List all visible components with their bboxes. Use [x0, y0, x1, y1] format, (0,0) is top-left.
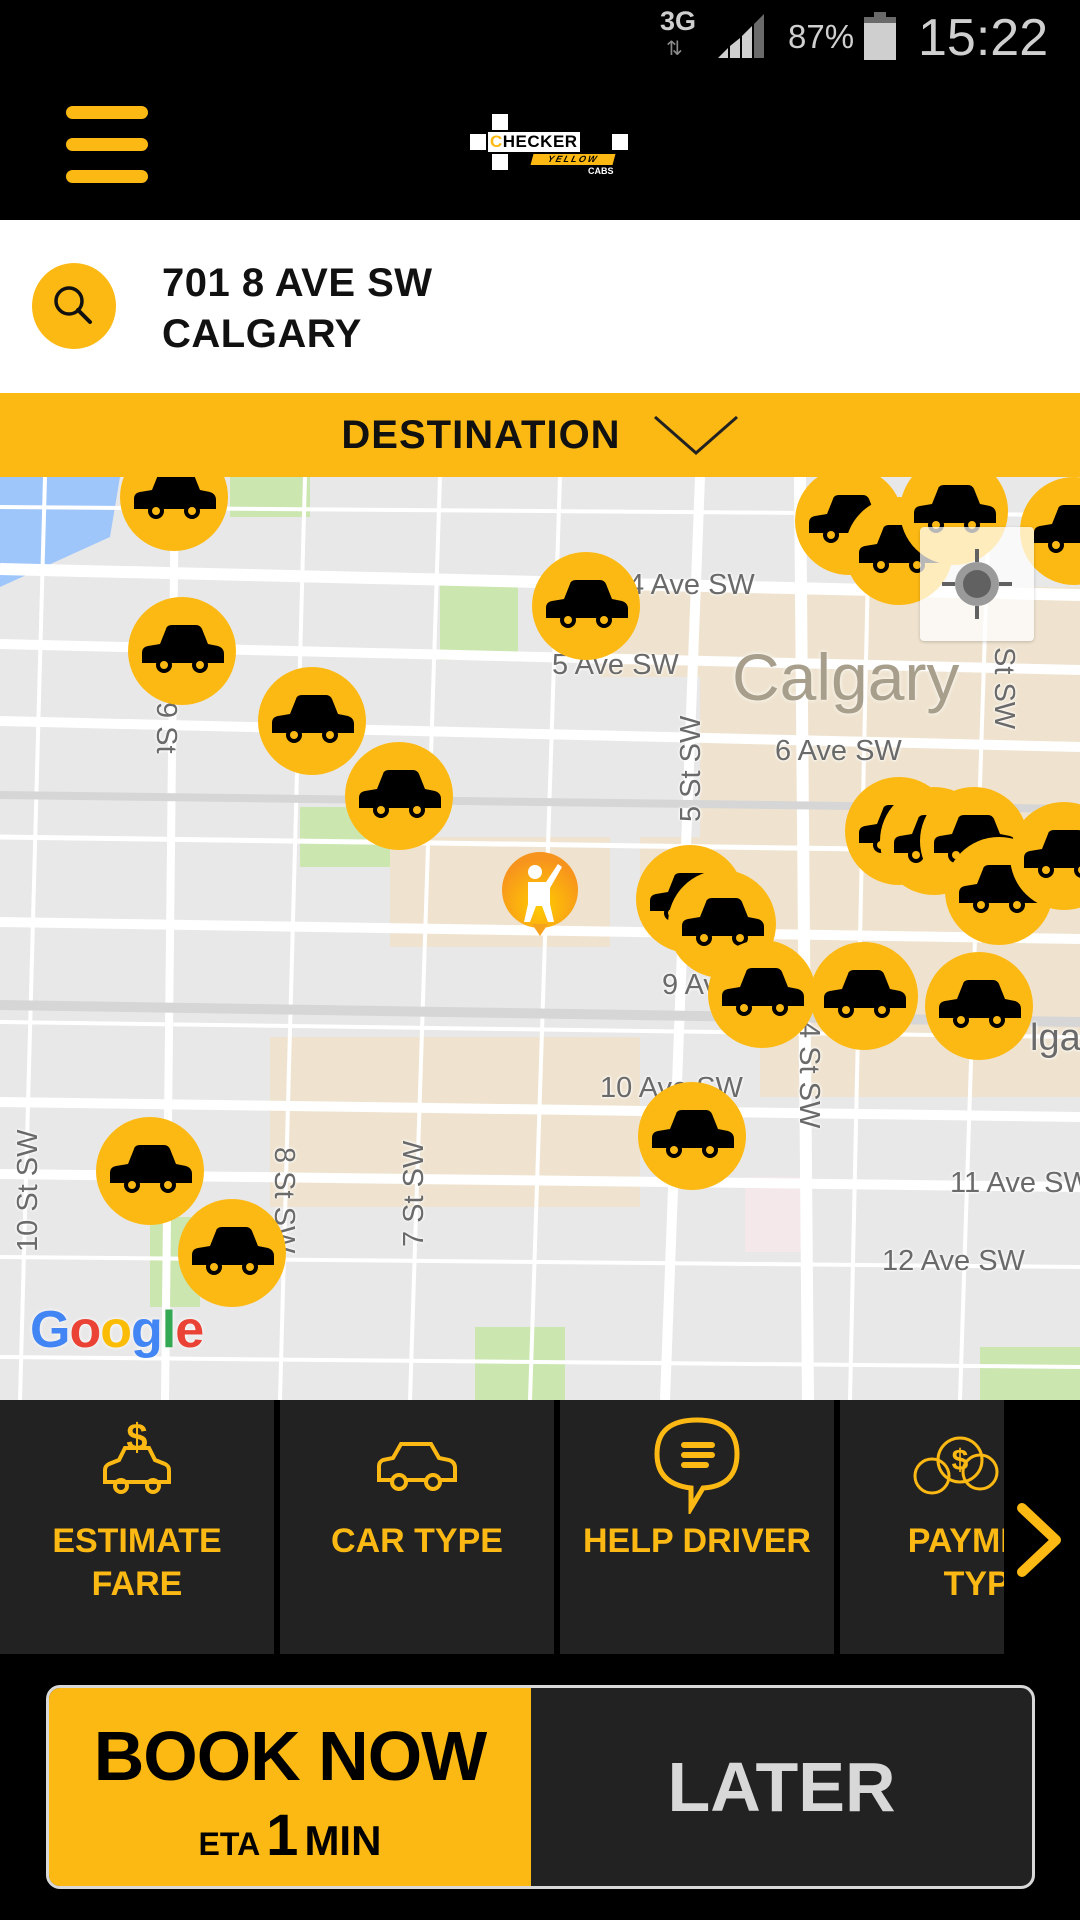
booking-bar: BOOK NOW ETA 1 MIN LATER: [0, 1655, 1080, 1920]
book-now-button[interactable]: BOOK NOW ETA 1 MIN: [49, 1688, 531, 1886]
hail-person-icon[interactable]: [500, 852, 580, 942]
taxi-car-icon: [1034, 505, 1080, 553]
payment-coins-icon: $: [913, 1436, 999, 1495]
taxi-car-icon: [824, 970, 906, 1018]
my-location-button[interactable]: [920, 527, 1034, 641]
action-strip: $ ESTIMATE FARE CAR TYPE HELP DRIVER $ P…: [0, 1400, 1080, 1655]
clock: 15:22: [918, 9, 1049, 67]
label-line: TYPE: [943, 1565, 1004, 1603]
car-type-icon: [377, 1442, 457, 1491]
payment-type-label: PAYMENT TYPE: [888, 1520, 1004, 1606]
taxi-car-icon: [1024, 830, 1080, 878]
street-label-11-ave: 11 Ave SW: [950, 1167, 1080, 1199]
book-now-label: BOOK NOW: [93, 1717, 488, 1795]
taxi-car-icon: [134, 477, 216, 519]
logo-yellow-stripe: YELLOW: [530, 154, 616, 165]
taxi-marker[interactable]: [258, 667, 366, 775]
street-label-right-st: St SW: [988, 647, 1020, 730]
label-line: FARE: [91, 1565, 183, 1603]
battery-icon: [864, 12, 896, 60]
street-label-12-ave: 12 Ave SW: [882, 1245, 1025, 1277]
later-button[interactable]: LATER: [531, 1688, 1032, 1886]
app-bar: CHECKER YELLOW CABS: [0, 72, 1080, 220]
taxi-marker[interactable]: [178, 1199, 286, 1307]
taxi-marker[interactable]: [638, 1082, 746, 1190]
taxi-marker[interactable]: [96, 1117, 204, 1225]
taxi-car-icon: [546, 580, 628, 628]
taxi-car-icon: [359, 770, 441, 818]
pickup-address-bar[interactable]: 701 8 AVE SW CALGARY: [0, 220, 1080, 393]
city-label: Calgary: [732, 640, 960, 714]
chevron-down-icon: [653, 415, 738, 455]
google-letter: l: [161, 1301, 176, 1359]
label-line: ESTIMATE: [52, 1522, 222, 1560]
car-type-button[interactable]: CAR TYPE: [280, 1400, 554, 1654]
svg-text:$: $: [126, 1417, 147, 1459]
eta-value: 1: [266, 1803, 299, 1868]
address-line-1: 701 8 AVE SW: [162, 261, 433, 305]
taxi-marker[interactable]: [532, 552, 640, 660]
google-letter: g: [130, 1301, 163, 1359]
street-label-5-st: 5 St SW: [675, 715, 707, 822]
google-letter: o: [69, 1301, 101, 1359]
eta-unit: MIN: [304, 1817, 382, 1864]
car-type-label: CAR TYPE: [280, 1520, 554, 1563]
street-label-4-ave: 4 Ave SW: [628, 569, 755, 601]
eta-prefix: ETA: [198, 1826, 261, 1862]
address-line-2: CALGARY: [162, 312, 362, 356]
street-label-7-st: 7 St SW: [398, 1140, 430, 1247]
estimate-fare-label: ESTIMATE FARE: [0, 1520, 274, 1606]
svg-text:$: $: [952, 1444, 969, 1477]
taxi-car-icon: [192, 1227, 274, 1275]
taxi-marker[interactable]: [128, 597, 236, 705]
destination-dropdown[interactable]: DESTINATION: [0, 393, 1080, 477]
label-line: CAR TYPE: [331, 1522, 503, 1560]
street-label-10-st: 10 St SW: [12, 1129, 44, 1253]
chat-bubble-icon: [654, 1417, 740, 1514]
map-view[interactable]: 4 Ave SW 5 Ave SW 6 Ave SW 9 Ave SW 10 A…: [0, 477, 1080, 1400]
google-letter: o: [100, 1301, 132, 1359]
checker-yellow-cabs-logo: CHECKER YELLOW CABS: [470, 114, 630, 180]
street-label-9-st: 9 St: [150, 702, 182, 754]
taxi-car-icon: [722, 968, 804, 1016]
estimate-fare-icon: $: [103, 1417, 171, 1494]
help-driver-button[interactable]: HELP DRIVER: [560, 1400, 834, 1654]
taxi-car-icon: [110, 1145, 192, 1193]
search-icon: [54, 286, 92, 324]
taxi-car-icon: [272, 695, 354, 743]
eta-readout: ETA 1 MIN: [49, 1802, 531, 1869]
battery-percent: 87%: [788, 18, 855, 55]
label-line: PAYMENT: [907, 1522, 1004, 1560]
google-attribution: Google: [30, 1300, 204, 1360]
taxi-marker[interactable]: [810, 942, 918, 1050]
google-letter: e: [175, 1301, 204, 1359]
pickup-address[interactable]: 701 8 AVE SW CALGARY: [162, 258, 433, 360]
taxi-marker[interactable]: [708, 940, 816, 1048]
status-bar: 3G ⇅ 87% 15:22: [0, 0, 1080, 72]
hamburger-menu-icon[interactable]: [62, 106, 150, 186]
search-button[interactable]: [32, 263, 116, 349]
logo-wordmark: CHECKER: [488, 132, 580, 152]
chevron-right-icon[interactable]: [1010, 1500, 1070, 1580]
network-type: 3G: [660, 6, 697, 36]
taxi-car-icon: [652, 1110, 734, 1158]
my-location-icon: [942, 549, 1012, 619]
street-label-partial: lga: [1030, 1017, 1080, 1059]
label-line: HELP DRIVER: [583, 1522, 811, 1560]
taxi-marker[interactable]: [345, 742, 453, 850]
payment-type-button[interactable]: $ PAYMENT TYPE: [840, 1400, 1004, 1654]
help-driver-label: HELP DRIVER: [560, 1520, 834, 1563]
taxi-car-icon: [142, 625, 224, 673]
estimate-fare-button[interactable]: $ ESTIMATE FARE: [0, 1400, 274, 1654]
data-activity-icon: ⇅: [666, 38, 683, 60]
destination-label: DESTINATION: [341, 412, 621, 457]
logo-cabs: CABS: [588, 166, 614, 176]
taxi-marker[interactable]: [925, 952, 1033, 1060]
street-label-4-st: 4 St SW: [793, 1022, 825, 1129]
taxi-car-icon: [939, 980, 1021, 1028]
street-label-6-ave: 6 Ave SW: [775, 735, 902, 767]
google-letter: G: [30, 1301, 70, 1359]
booking-buttons: BOOK NOW ETA 1 MIN LATER: [46, 1685, 1035, 1889]
signal-strength-icon: [718, 14, 764, 58]
